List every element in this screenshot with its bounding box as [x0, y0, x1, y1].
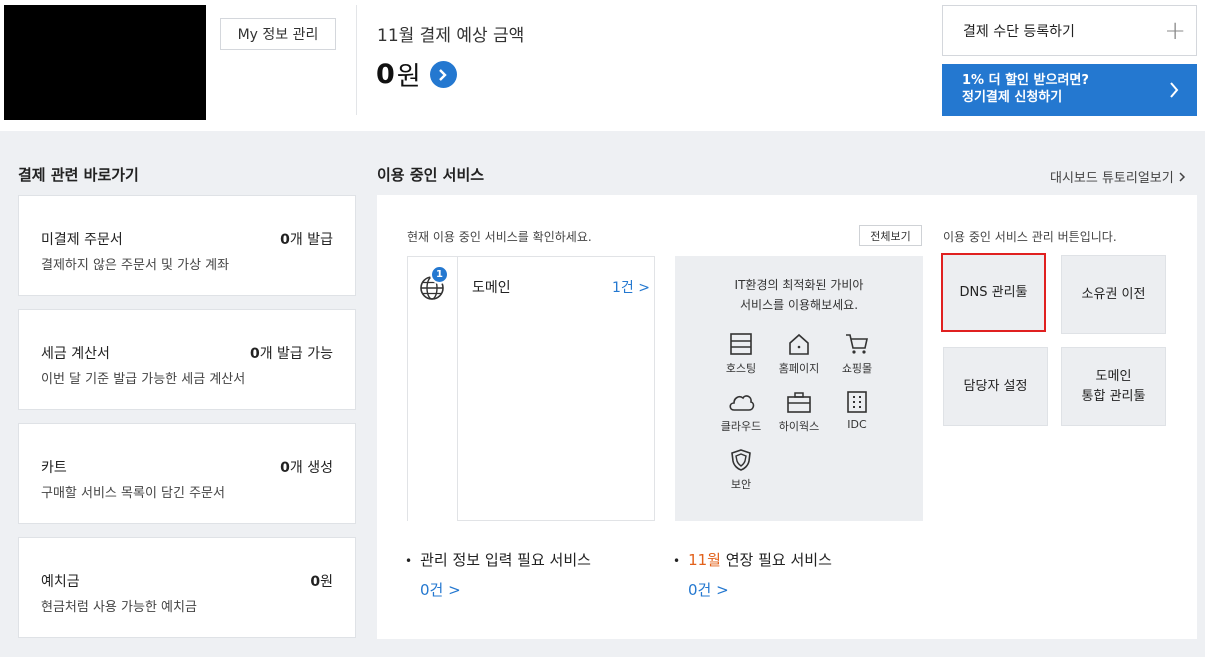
- pay-register-button[interactable]: 결제 수단 등록하기 +: [942, 5, 1197, 56]
- card-desc: 이번 달 기준 발급 가능한 세금 계산서: [41, 372, 246, 387]
- services-title: 이용 중인 서비스: [377, 166, 485, 184]
- service-count-domain[interactable]: 1건 >: [612, 277, 650, 297]
- renew-month: 11월: [688, 551, 721, 569]
- domain-integrated-manager-button[interactable]: 도메인 통합 관리툴: [1061, 347, 1166, 426]
- service-list: 1 도메인 1건 >: [407, 256, 655, 521]
- bill-amount-value: 0: [376, 59, 395, 90]
- card-title: 예치금: [41, 574, 80, 590]
- top-bar: My 정보 관리 11월 결제 예상 금액 0 원 결제 수단 등록하기 + 1…: [0, 0, 1205, 131]
- building-icon: [847, 391, 867, 413]
- info-required-count[interactable]: 0건 >: [420, 579, 461, 600]
- profile-image: [4, 5, 206, 120]
- info-required-text: 관리 정보 입력 필요 서비스: [420, 551, 591, 569]
- card-count: 0: [310, 574, 321, 590]
- shield-icon: [731, 449, 751, 471]
- plus-icon: +: [1164, 15, 1186, 46]
- tutorial-link[interactable]: 대시보드 튜토리얼보기: [1050, 167, 1186, 186]
- promo-hiworks[interactable]: 하이웍스: [771, 390, 827, 434]
- chevron-right-icon: [1170, 82, 1179, 98]
- cart-icon: [846, 334, 868, 354]
- renew-required-text: 연장 필요 서비스: [720, 551, 832, 569]
- shortcuts-title: 결제 관련 바로가기: [18, 166, 139, 184]
- promo-text: IT환경의 최적화된 가비아 서비스를 이용해보세요.: [675, 275, 923, 315]
- promo-label: 호스팅: [725, 362, 757, 375]
- renew-required-count[interactable]: 0건 >: [688, 579, 729, 600]
- tax-invoice-card[interactable]: 세금 계산서 0개 발급 가능 이번 달 기준 발급 가능한 세금 계산서: [18, 309, 356, 410]
- home-icon: [789, 333, 809, 355]
- promo-homepage[interactable]: 홈페이지: [771, 332, 827, 376]
- card-desc: 현금처럼 사용 가능한 예치금: [41, 600, 197, 615]
- promo-label: 쇼핑몰: [841, 362, 873, 375]
- service-icon-column: 1: [408, 257, 458, 521]
- card-suffix: 개 생성: [289, 460, 333, 476]
- card-count: 0: [280, 460, 290, 476]
- bullet: •: [673, 554, 681, 568]
- discount-line2: 정기결제 신청하기: [962, 90, 1063, 105]
- ownership-transfer-button[interactable]: 소유권 이전: [1061, 255, 1166, 334]
- renew-required-label: • 11월 연장 필요 서비스: [673, 549, 832, 570]
- cloud-icon: [729, 395, 755, 411]
- promo-label: 클라우드: [720, 420, 762, 433]
- briefcase-icon: [787, 392, 811, 413]
- promo-label: IDC: [847, 418, 867, 431]
- promo-shopping[interactable]: 쇼핑몰: [829, 332, 885, 376]
- services-panel: 현재 이용 중인 서비스를 확인하세요. 전체보기 1 도메인 1건 > IT환…: [377, 195, 1197, 639]
- promo-line2: 서비스를 이용해보세요.: [739, 298, 859, 312]
- card-count: 0: [280, 232, 290, 248]
- contact-settings-button[interactable]: 담당자 설정: [943, 347, 1048, 426]
- promo-idc[interactable]: IDC: [829, 390, 885, 431]
- card-count: 0: [249, 346, 260, 362]
- divider: [356, 5, 357, 115]
- hosting-icon: [730, 333, 752, 355]
- promo-label: 하이웍스: [778, 420, 820, 433]
- service-promo: IT환경의 최적화된 가비아 서비스를 이용해보세요. 호스팅 홈페이지 쇼핑몰…: [675, 256, 923, 521]
- dns-manager-button[interactable]: DNS 관리툴: [941, 253, 1046, 332]
- card-title: 미결제 주문서: [41, 232, 123, 248]
- bill-amount-unit: 원: [396, 62, 421, 92]
- auto-payment-banner[interactable]: 1% 더 할인 받으려면? 정기결제 신청하기: [942, 64, 1197, 116]
- promo-label: 보안: [730, 478, 752, 491]
- card-title: 세금 계산서: [41, 346, 110, 362]
- card-desc: 결제하지 않은 주문서 및 가상 계좌: [41, 258, 230, 273]
- promo-hosting[interactable]: 호스팅: [713, 332, 769, 376]
- promo-security[interactable]: 보안: [713, 448, 769, 492]
- card-suffix: 원: [320, 574, 333, 590]
- unpaid-orders-card[interactable]: 미결제 주문서 0개 발급 결제하지 않은 주문서 및 가상 계좌: [18, 195, 356, 296]
- services-hint: 현재 이용 중인 서비스를 확인하세요.: [407, 230, 592, 244]
- bill-amount: 0 원: [376, 56, 457, 93]
- service-count-badge: 1: [430, 265, 449, 284]
- chevron-right-icon: [1179, 171, 1185, 182]
- deposit-card[interactable]: 예치금 0원 현금처럼 사용 가능한 예치금: [18, 537, 356, 638]
- bill-label: 11월 결제 예상 금액: [377, 26, 525, 46]
- pay-register-label: 결제 수단 등록하기: [963, 23, 1075, 40]
- info-required-label: • 관리 정보 입력 필요 서비스: [405, 549, 591, 570]
- promo-label: 홈페이지: [778, 362, 820, 375]
- promo-cloud[interactable]: 클라우드: [713, 390, 769, 434]
- card-desc: 구매할 서비스 목록이 담긴 주문서: [41, 486, 225, 501]
- card-title: 카트: [41, 460, 67, 476]
- card-suffix: 개 발급: [289, 232, 333, 248]
- promo-line1: IT환경의 최적화된 가비아: [734, 278, 864, 292]
- tutorial-label: 대시보드 튜토리얼보기: [1050, 171, 1174, 186]
- cart-card[interactable]: 카트 0개 생성 구매할 서비스 목록이 담긴 주문서: [18, 423, 356, 524]
- card-suffix: 개 발급 가능: [259, 346, 333, 362]
- view-all-button[interactable]: 전체보기: [859, 225, 922, 246]
- discount-line1: 1% 더 할인 받으려면?: [962, 73, 1089, 88]
- bill-detail-arrow-icon[interactable]: [429, 61, 457, 88]
- service-name-domain[interactable]: 도메인: [472, 277, 511, 297]
- manage-hint: 이용 중인 서비스 관리 버튼입니다.: [943, 230, 1117, 244]
- my-info-button[interactable]: My 정보 관리: [220, 18, 336, 50]
- bullet: •: [405, 554, 413, 568]
